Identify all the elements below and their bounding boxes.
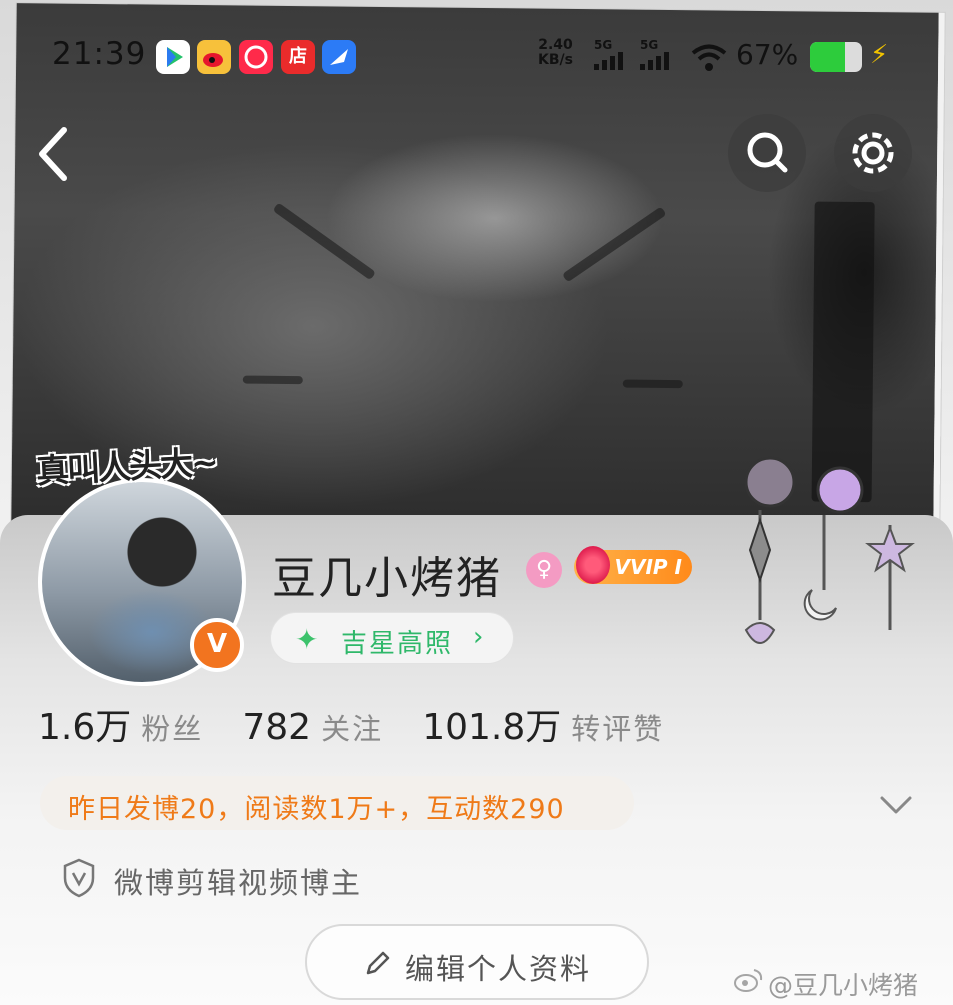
activity-summary-text: 昨日发博20，阅读数1万+，互动数290	[68, 794, 565, 825]
network-speed-value: 2.40	[538, 37, 573, 53]
tmall-icon	[239, 40, 273, 74]
edit-profile-label: 编辑个人资料	[405, 952, 592, 986]
battery-icon	[810, 42, 862, 72]
gear-icon	[852, 132, 894, 174]
cover-caption: 真叫人头大~	[35, 442, 218, 491]
certification-label: 微博剪辑视频博主	[114, 866, 363, 900]
stat-value: 1.6万	[38, 707, 132, 748]
stat-value: 101.8万	[422, 707, 562, 748]
vip-gem-icon	[576, 546, 610, 584]
stat-following[interactable]: 782 关注	[242, 707, 422, 748]
flower-charm-decoration	[744, 456, 915, 644]
edit-profile-button[interactable]: 编辑个人资料	[305, 924, 649, 1000]
sim2-label: 5G	[640, 38, 659, 52]
shop-icon: 店	[281, 40, 315, 74]
pencil-icon	[366, 951, 390, 975]
app-store-icon	[156, 40, 190, 74]
username: 豆几小烤猪	[272, 553, 502, 604]
feather-icon	[322, 40, 356, 74]
chevron-down-icon[interactable]	[876, 784, 916, 824]
stat-label: 关注	[321, 712, 384, 746]
signal-bars-icon	[594, 52, 623, 70]
status-bar: 21:39 店 2.40 KB/s 5G 5G 67% ⚡	[0, 30, 953, 86]
lucky-star-label: 吉星高照	[341, 629, 454, 659]
activity-summary-pill[interactable]: 昨日发博20，阅读数1万+，互动数290	[40, 776, 634, 830]
settings-button[interactable]	[834, 114, 912, 192]
stat-label: 转评赞	[571, 712, 665, 746]
signal-bars-icon	[640, 52, 669, 70]
star-fairy-icon: ✦	[295, 623, 319, 656]
search-icon	[747, 132, 788, 173]
weibo-icon	[197, 40, 231, 74]
watermark-text: @豆几小烤猪	[768, 971, 919, 1000]
shield-v-icon	[63, 858, 95, 898]
network-speed: 2.40 KB/s	[538, 38, 573, 68]
clock: 21:39	[52, 36, 147, 72]
stat-label: 粉丝	[141, 712, 204, 746]
profile-stats: 1.6万 粉丝 782 关注 101.8万 转评赞	[38, 698, 698, 748]
verified-v-badge: V	[190, 618, 244, 672]
back-arrow-icon[interactable]	[34, 124, 74, 184]
battery-percent: 67%	[736, 38, 799, 71]
chevron-right-icon: ›	[473, 622, 484, 652]
stat-reposts-comments-likes[interactable]: 101.8万 转评赞	[422, 707, 698, 748]
charging-icon: ⚡	[870, 40, 889, 70]
wifi-icon	[691, 44, 727, 71]
network-speed-unit: KB/s	[538, 52, 573, 68]
search-button[interactable]	[728, 114, 806, 192]
weibo-watermark-icon	[734, 969, 763, 992]
stat-value: 782	[242, 707, 312, 748]
female-gender-icon: ♀	[526, 552, 562, 588]
sim1-label: 5G	[594, 38, 613, 52]
lucky-star-badge[interactable]: ✦ 吉星高照 ›	[270, 612, 514, 664]
stat-followers[interactable]: 1.6万 粉丝	[38, 707, 242, 748]
